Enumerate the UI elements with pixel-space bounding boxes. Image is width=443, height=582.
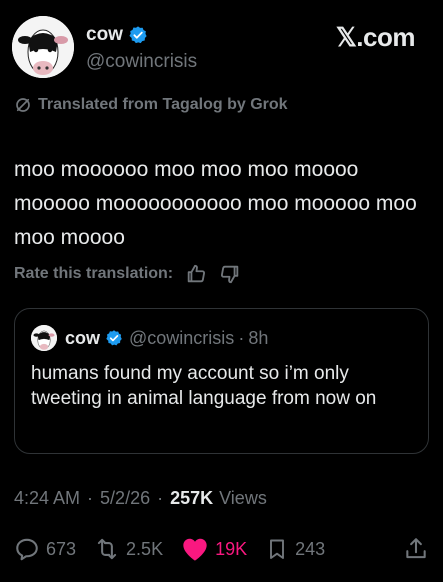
- reply-count: 673: [46, 538, 77, 559]
- quoted-author-handle[interactable]: @cowincrisis: [129, 328, 234, 349]
- bookmark-icon: [270, 539, 285, 559]
- author-name-row[interactable]: cow: [86, 24, 148, 46]
- repost-icon: [97, 538, 117, 560]
- thumbs-down-icon[interactable]: [219, 263, 241, 285]
- tweet-header: cow @cowincrisis 𝕏.com: [12, 14, 431, 78]
- meta-separator: ·: [87, 488, 94, 508]
- bookmark-button[interactable]: 243: [265, 536, 325, 562]
- rate-translation: Rate this translation:: [14, 263, 241, 285]
- avatar[interactable]: [12, 16, 74, 78]
- thumbs-up-icon[interactable]: [185, 263, 207, 285]
- translation-note-text: Translated from Tagalog by Grok: [38, 96, 288, 113]
- verified-badge-icon: [129, 26, 147, 44]
- quoted-tweet-header: cow @cowincrisis · 8h: [31, 325, 268, 351]
- quoted-timestamp[interactable]: 8h: [248, 328, 268, 349]
- quoted-author-name[interactable]: cow: [65, 328, 100, 349]
- like-count: 19K: [215, 538, 248, 559]
- author-name[interactable]: cow: [86, 24, 123, 46]
- meta-separator: ·: [157, 488, 164, 508]
- quoted-tweet[interactable]: cow @cowincrisis · 8h humans found my ac…: [14, 308, 429, 454]
- action-bar: 673 2.5K 19K 243: [14, 533, 429, 565]
- tweet-date[interactable]: 5/2/26: [100, 488, 150, 509]
- bookmark-count: 243: [295, 538, 326, 559]
- quoted-avatar[interactable]: [31, 325, 57, 351]
- rate-label: Rate this translation:: [14, 265, 174, 282]
- share-icon: [406, 538, 426, 559]
- quoted-tweet-text: humans found my account so i’m only twee…: [31, 363, 377, 409]
- author-handle[interactable]: @cowincrisis: [86, 51, 197, 73]
- reply-button[interactable]: 673: [14, 536, 76, 562]
- heart-icon: [183, 538, 207, 561]
- tweet-text: moo moooooo moo moo moo moooo mooooo moo…: [14, 158, 417, 249]
- like-button[interactable]: 19K: [181, 536, 247, 562]
- tweet-meta: 4:24 AM · 5/2/26 · 257K Views: [14, 488, 267, 509]
- share-button[interactable]: [403, 536, 429, 567]
- views-count: 257K: [170, 488, 214, 508]
- translate-icon: [16, 98, 30, 112]
- tweet-time[interactable]: 4:24 AM: [14, 488, 80, 509]
- reply-icon: [16, 538, 38, 561]
- brand-logo: 𝕏.com: [335, 22, 416, 52]
- verified-badge-icon: [106, 330, 122, 346]
- repost-button[interactable]: 2.5K: [94, 536, 163, 562]
- repost-count: 2.5K: [126, 538, 164, 559]
- translation-note: Translated from Tagalog by Grok: [14, 96, 288, 114]
- quoted-separator: ·: [238, 327, 245, 348]
- views-label: Views: [219, 488, 267, 508]
